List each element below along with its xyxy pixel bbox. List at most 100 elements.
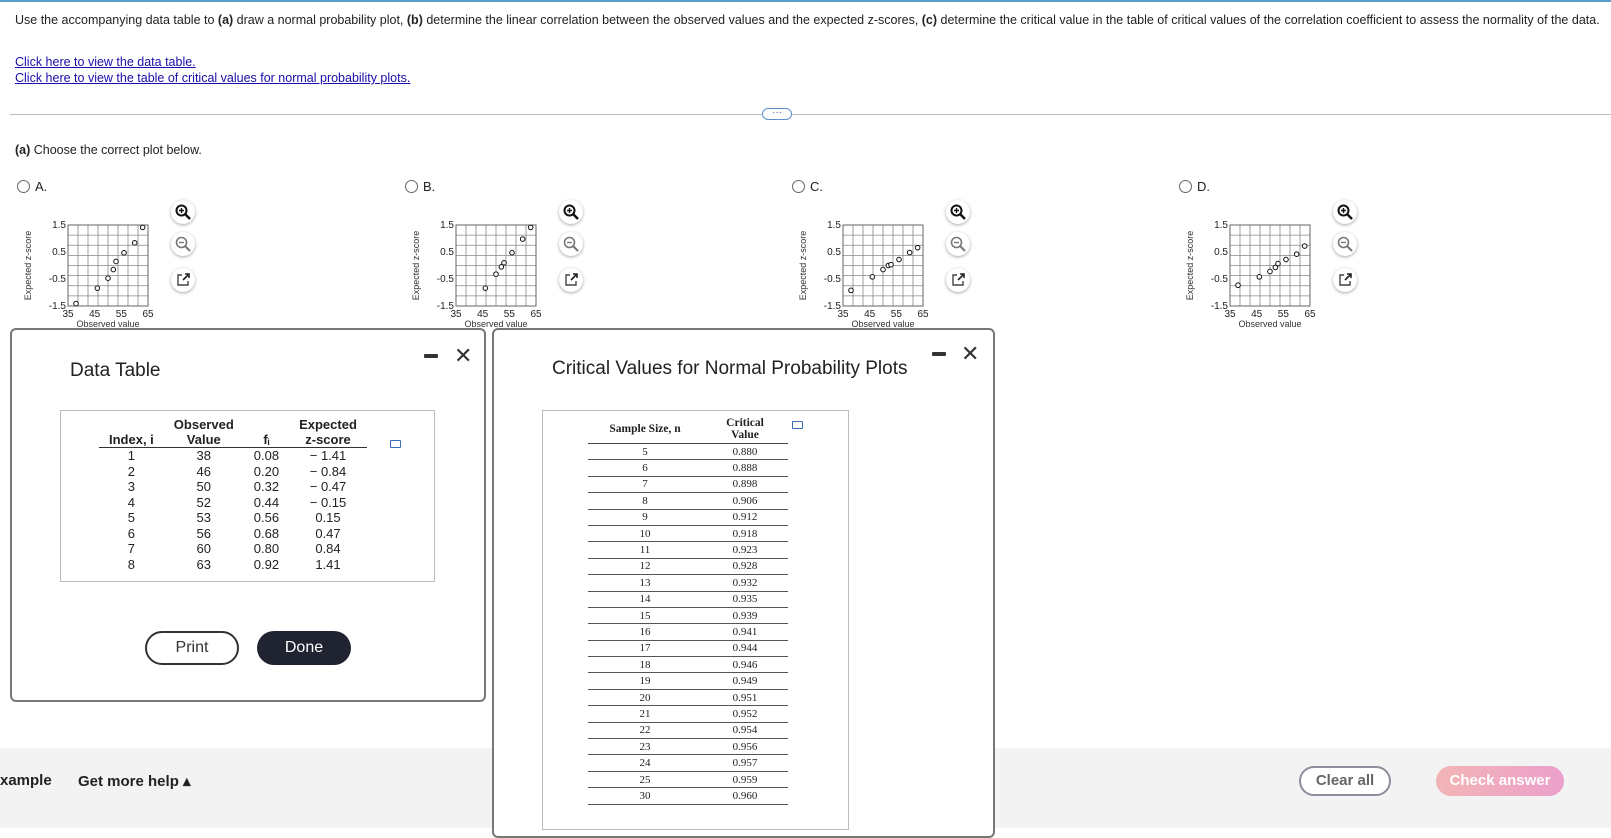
clear-all-button[interactable]: Clear all	[1299, 766, 1391, 796]
table-cell: 52	[196, 494, 212, 510]
table-cell: 0.906	[702, 492, 788, 510]
y-tick-label: -0.5	[437, 274, 455, 285]
table-cell: 6	[127, 525, 136, 541]
table-cell: 0.898	[702, 476, 788, 494]
zoom-in-icon[interactable]	[946, 200, 970, 224]
radio-button[interactable]	[17, 180, 30, 193]
table-cell: 0.80	[253, 541, 280, 556]
radio-button[interactable]	[405, 180, 418, 193]
data-point	[1256, 274, 1263, 280]
external-link-icon[interactable]	[946, 268, 970, 292]
table-cell: 0.960	[702, 787, 788, 805]
table-cell: 0.939	[702, 607, 788, 625]
close-button[interactable]: ✕	[454, 345, 472, 367]
external-link-icon[interactable]	[559, 268, 583, 292]
option-3[interactable]: D.	[1179, 179, 1210, 194]
data-point	[94, 285, 101, 291]
copy-icon[interactable]	[390, 440, 401, 448]
column-header: Observed Value	[163, 417, 244, 448]
y-tick-label: -0.5	[1211, 274, 1229, 285]
data-point	[914, 244, 921, 251]
option-2[interactable]: C.	[792, 179, 823, 194]
option-label: D.	[1197, 179, 1210, 194]
radio-button[interactable]	[792, 180, 805, 193]
minimize-button[interactable]	[932, 352, 946, 356]
table-cell: 7	[127, 541, 136, 556]
table-cell: 14	[588, 591, 702, 608]
table-cell: 1	[127, 448, 136, 463]
data-point	[519, 236, 526, 242]
table-cell: 8	[588, 492, 702, 510]
dialog-title: Critical Values for Normal Probability P…	[552, 358, 908, 379]
option-0[interactable]: A.	[17, 179, 47, 194]
data-point	[1267, 268, 1273, 275]
table-cell: 0.20	[253, 463, 280, 479]
data-point	[1283, 256, 1289, 263]
external-link-icon[interactable]	[1333, 268, 1357, 292]
table-row: 18 0.946	[588, 656, 788, 674]
close-button[interactable]: ✕	[961, 343, 979, 365]
zoom-in-icon[interactable]	[1333, 200, 1357, 224]
data-point	[105, 275, 111, 281]
table-row: 15 0.939	[588, 607, 788, 625]
critical-values-link[interactable]: Click here to view the table of critical…	[15, 71, 410, 85]
table-row: 14 0.935	[588, 591, 788, 608]
y-tick-label: -0.5	[824, 274, 842, 285]
table-cell: 4	[127, 494, 136, 510]
table-cell: 5	[588, 443, 702, 461]
y-tick-label: -1.5	[437, 301, 455, 312]
zoom-in-icon[interactable]	[559, 200, 583, 224]
zoom-out-icon[interactable]	[559, 232, 583, 256]
option-1[interactable]: B.	[405, 179, 435, 194]
y-tick-label: 1.5	[440, 220, 454, 231]
table-row: 16 0.941	[588, 623, 788, 641]
zoom-out-icon[interactable]	[171, 232, 195, 256]
column-header: Sample Size, n	[588, 415, 702, 444]
zoom-out-icon[interactable]	[946, 232, 970, 256]
done-button[interactable]: Done	[257, 631, 351, 665]
table-row: 6 56 0.68 0.47	[99, 526, 367, 542]
y-tick-label: 1.5	[827, 220, 841, 231]
view-example-link[interactable]: xample	[0, 772, 52, 789]
normal-probability-plot: 35 45 55 651.50.5-0.5-1.5Observed valueExpe…	[411, 220, 542, 329]
table-cell: 18	[588, 656, 702, 674]
data-point	[493, 271, 499, 277]
get-more-help-button[interactable]: Get more help ▴	[78, 772, 191, 790]
table-cell: 11	[588, 541, 702, 559]
zoom-in-icon[interactable]	[171, 200, 195, 224]
table-cell: 9	[588, 509, 702, 526]
table-cell: 0.957	[702, 754, 788, 772]
table-row: 20 0.951	[588, 689, 788, 707]
minimize-button[interactable]	[424, 354, 438, 358]
x-tick-label: 65	[1304, 309, 1316, 320]
data-point	[121, 250, 127, 256]
data-point	[131, 240, 138, 246]
table-row: 17 0.944	[588, 640, 788, 658]
table-cell: 13	[588, 574, 702, 592]
table-cell: 50	[196, 479, 212, 494]
table-cell: 0.32	[253, 479, 280, 494]
table-row: 7 60 0.80 0.84	[99, 541, 367, 557]
print-button[interactable]: Print	[145, 631, 239, 665]
zoom-out-icon[interactable]	[1333, 232, 1357, 256]
table-cell: 6	[588, 459, 702, 477]
y-tick-label: -0.5	[49, 274, 67, 285]
external-link-icon[interactable]	[171, 268, 195, 292]
table-cell: 0.68	[253, 525, 280, 541]
table-row: 22 0.954	[588, 722, 788, 740]
table-cell: − 0.15	[309, 494, 347, 510]
table-cell: 0.08	[253, 448, 280, 463]
column-header: Index, i	[99, 417, 164, 448]
table-row: 30 0.960	[588, 787, 788, 805]
table-row: 9 0.912	[588, 509, 788, 526]
data-table-link[interactable]: Click here to view the data table.	[15, 55, 196, 69]
data-point	[527, 224, 534, 231]
check-answer-button[interactable]: Check answer	[1436, 766, 1564, 796]
table-cell: 1.41	[315, 556, 341, 572]
more-button[interactable]: ···	[762, 108, 792, 120]
radio-button[interactable]	[1179, 180, 1192, 193]
dialog-title: Data Table	[70, 360, 161, 381]
copy-icon[interactable]	[792, 421, 803, 429]
data-point	[110, 266, 117, 273]
table-row: 4 52 0.44 − 0.15	[99, 495, 367, 511]
